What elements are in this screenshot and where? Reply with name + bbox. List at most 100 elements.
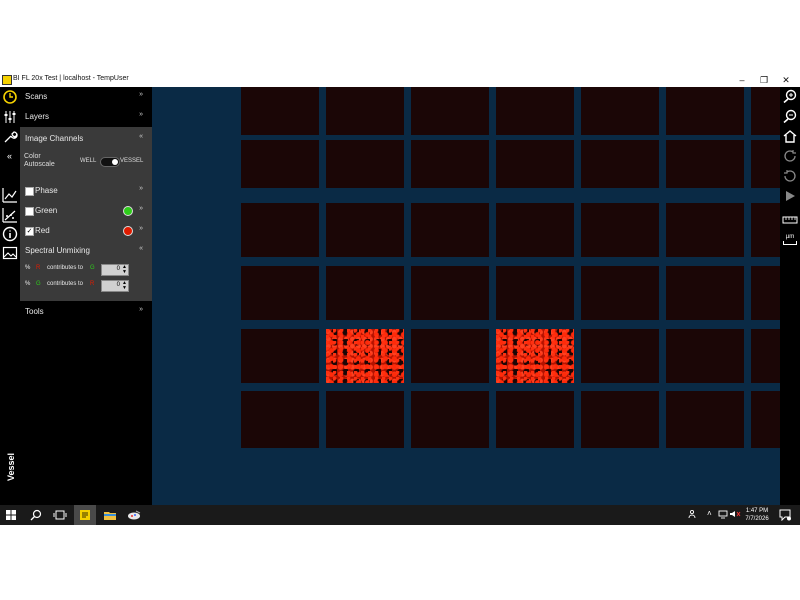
well-row1-col2[interactable]	[326, 87, 404, 135]
spin-value: 0	[116, 266, 120, 272]
minimize-button[interactable]: –	[735, 73, 749, 87]
clock-date: 7/7/2026	[745, 516, 769, 522]
well-row6-col6[interactable]	[666, 391, 744, 448]
phase-checkbox[interactable]	[25, 187, 34, 196]
unmix-g-to-r-input[interactable]: 0 ▲ ▼	[101, 280, 129, 292]
red-checkbox[interactable]: ✓	[25, 227, 34, 236]
well-row5-col1[interactable]	[241, 329, 319, 383]
collapse-chevron-icon: «	[139, 245, 143, 252]
well-row3-col5[interactable]	[581, 203, 659, 257]
expand-chevron-icon[interactable]: »	[139, 225, 143, 232]
well-row5-col6[interactable]	[666, 329, 744, 383]
well-row3-col4[interactable]	[496, 203, 574, 257]
paint-app-icon[interactable]	[127, 508, 141, 522]
well-row4-col1[interactable]	[241, 266, 319, 320]
well-row2-col5[interactable]	[581, 140, 659, 188]
file-explorer-icon[interactable]	[103, 508, 117, 522]
task-view-icon[interactable]	[53, 508, 67, 522]
play-icon[interactable]	[782, 189, 798, 203]
scatter-plot-icon[interactable]	[2, 207, 18, 223]
well-row2-col4[interactable]	[496, 140, 574, 188]
wrench-icon[interactable]	[2, 129, 18, 145]
well-row5-col4[interactable]	[496, 329, 574, 383]
tray-chevron-icon[interactable]: ˄	[707, 509, 712, 518]
well-row1-col5[interactable]	[581, 87, 659, 135]
red-color-swatch[interactable]	[123, 226, 133, 236]
spectral-unmixing-header[interactable]: Spectral Unmixing «	[25, 243, 149, 259]
windows-start-icon[interactable]	[4, 508, 18, 522]
chart-settings-icon[interactable]	[2, 187, 18, 203]
well-row4-col6[interactable]	[666, 266, 744, 320]
well-row4-col7[interactable]	[751, 266, 780, 320]
channel-row-red[interactable]: ✓ Red »	[25, 225, 149, 239]
well-row6-col3[interactable]	[411, 391, 489, 448]
well-row3-col2[interactable]	[326, 203, 404, 257]
clock-icon[interactable]	[2, 89, 18, 105]
volume-muted-icon[interactable]	[729, 509, 741, 519]
tools-section-header[interactable]: Tools »	[25, 304, 149, 320]
well-row3-col3[interactable]	[411, 203, 489, 257]
ruler-icon[interactable]	[782, 213, 798, 227]
well-row6-col4[interactable]	[496, 391, 574, 448]
window-title: BI FL 20x Test | localhost - TempUser	[13, 75, 129, 82]
well-row1-col3[interactable]	[411, 87, 489, 135]
well-row6-col2[interactable]	[326, 391, 404, 448]
green-color-swatch[interactable]	[123, 206, 133, 216]
well-row1-col4[interactable]	[496, 87, 574, 135]
well-row3-col7[interactable]	[751, 203, 780, 257]
spin-arrows-icon[interactable]: ▲ ▼	[122, 265, 127, 275]
image-channels-header[interactable]: Image Channels «	[25, 131, 149, 147]
scans-section-header[interactable]: Scans »	[25, 89, 149, 105]
well-row2-col7[interactable]	[751, 140, 780, 188]
well-row5-col2[interactable]	[326, 329, 404, 383]
zoom-in-icon[interactable]	[782, 89, 798, 103]
well-row2-col1[interactable]	[241, 140, 319, 188]
well-row2-col2[interactable]	[326, 140, 404, 188]
well-row6-col7[interactable]	[751, 391, 780, 448]
layers-section-header[interactable]: Layers »	[25, 109, 149, 125]
info-icon[interactable]	[2, 226, 18, 242]
expand-chevron-icon[interactable]: »	[139, 185, 143, 192]
micrometer-icon[interactable]: µm	[782, 233, 798, 247]
green-checkbox[interactable]	[25, 207, 34, 216]
well-row6-col1[interactable]	[241, 391, 319, 448]
tools-label: Tools	[25, 307, 44, 316]
search-icon[interactable]	[29, 508, 43, 522]
network-icon[interactable]	[718, 509, 728, 519]
well-row3-col1[interactable]	[241, 203, 319, 257]
unmix-r-to-g-input[interactable]: 0 ▲ ▼	[101, 264, 129, 276]
maximize-button[interactable]: ❐	[757, 73, 771, 87]
well-row2-col3[interactable]	[411, 140, 489, 188]
well-row4-col3[interactable]	[411, 266, 489, 320]
people-icon[interactable]	[688, 509, 698, 519]
well-row4-col2[interactable]	[326, 266, 404, 320]
well-row4-col4[interactable]	[496, 266, 574, 320]
history-icon[interactable]	[782, 169, 798, 183]
well-row5-col5[interactable]	[581, 329, 659, 383]
close-button[interactable]: ✕	[779, 73, 793, 87]
well-row3-col6[interactable]	[666, 203, 744, 257]
well-row1-col6[interactable]	[666, 87, 744, 135]
well-row4-col5[interactable]	[581, 266, 659, 320]
autoscale-toggle[interactable]	[100, 157, 120, 167]
notification-icon[interactable]	[779, 509, 791, 521]
rotate-icon[interactable]	[782, 149, 798, 163]
well-row5-col7[interactable]	[751, 329, 780, 383]
well-row1-col7[interactable]	[751, 87, 780, 135]
well-row1-col1[interactable]	[241, 87, 319, 135]
sliders-icon[interactable]	[2, 109, 18, 125]
channel-row-green[interactable]: Green »	[25, 205, 149, 219]
image-icon[interactable]	[2, 245, 18, 261]
system-clock[interactable]: 1:47 PM 7/7/2026	[742, 507, 772, 523]
well-row6-col5[interactable]	[581, 391, 659, 448]
spin-arrows-icon[interactable]: ▲ ▼	[122, 281, 127, 291]
home-icon[interactable]	[782, 129, 798, 143]
well-row5-col3[interactable]	[411, 329, 489, 383]
collapse-panel-button[interactable]: «	[7, 151, 12, 161]
zoom-out-icon[interactable]	[782, 109, 798, 123]
expand-chevron-icon[interactable]: »	[139, 205, 143, 212]
notes-app-icon[interactable]	[78, 508, 92, 522]
channel-row-phase[interactable]: Phase »	[25, 185, 149, 199]
well-row2-col6[interactable]	[666, 140, 744, 188]
vessel-viewport[interactable]	[152, 87, 780, 505]
